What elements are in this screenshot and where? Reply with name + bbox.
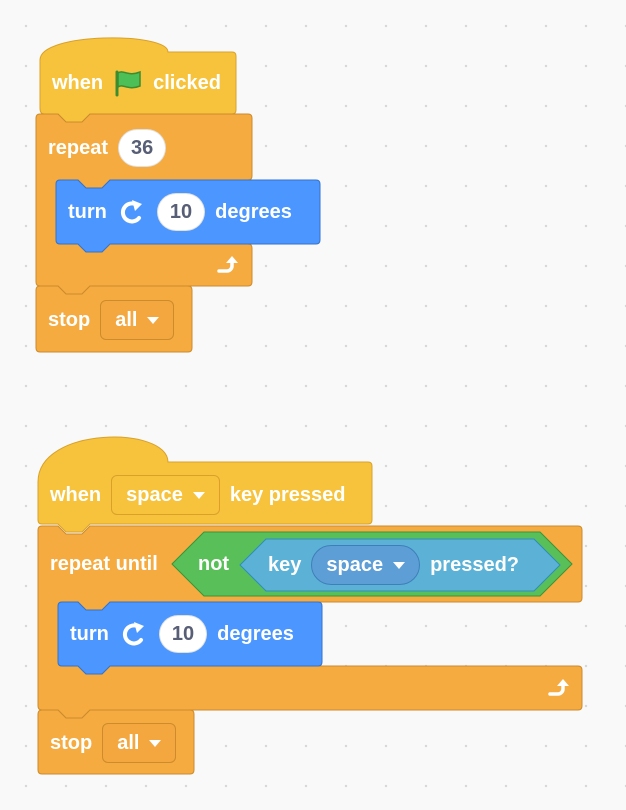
when-key-pressed-block[interactable]: when space key pressed [38, 472, 357, 518]
dropdown-arrow-icon [393, 561, 406, 569]
not-operator-block[interactable]: not [186, 541, 241, 587]
key-dropdown[interactable]: space [111, 475, 220, 515]
pressed-label: pressed? [430, 554, 520, 576]
turn-label: turn [70, 623, 109, 645]
rotate-clockwise-icon [119, 620, 149, 648]
dropdown-arrow-icon [149, 739, 162, 747]
key-value: space [126, 483, 183, 506]
sensing-key-value: space [326, 553, 384, 576]
repeat-until-label: repeat until [50, 553, 158, 575]
when-label: when [50, 484, 102, 506]
degrees-label: degrees [217, 623, 294, 645]
turn-block[interactable]: turn 10 degrees [58, 611, 306, 657]
repeat-until-block[interactable]: repeat until [38, 541, 170, 587]
stop-option-value: all [117, 731, 140, 754]
turn-degrees-input[interactable]: 10 [158, 615, 208, 653]
sensing-key-dropdown[interactable]: space [311, 545, 421, 585]
script-2-block-shapes [37, 436, 583, 775]
stop-block[interactable]: stop all [38, 720, 188, 766]
key-pressed-label: key pressed [229, 484, 346, 506]
stop-label: stop [50, 732, 93, 754]
loop-arrow-icon [545, 675, 571, 701]
dropdown-arrow-icon [192, 491, 205, 499]
code-workspace[interactable]: when clicked repeat 36 turn 10 degrees s… [0, 0, 626, 810]
key-label: key [268, 554, 302, 576]
key-pressed-sensing-block[interactable]: key space pressed? [256, 542, 531, 588]
not-label: not [198, 553, 230, 575]
stop-option-dropdown[interactable]: all [102, 723, 177, 763]
